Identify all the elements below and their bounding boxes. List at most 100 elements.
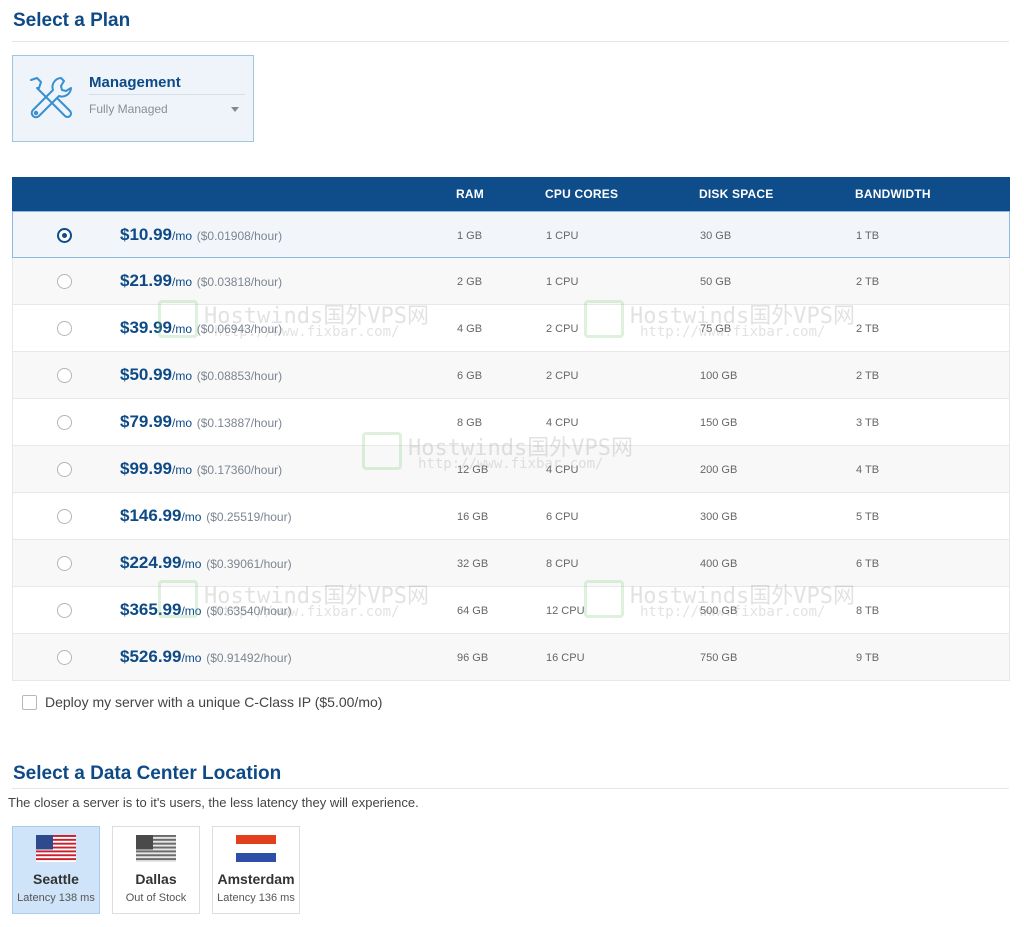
plan-price: $39.99/mo ($0.06943/hour) — [120, 318, 282, 338]
plan-radio[interactable] — [57, 650, 72, 665]
plan-disk: 200 GB — [700, 464, 738, 476]
section-divider — [12, 41, 1009, 42]
plan-radio[interactable] — [57, 274, 72, 289]
us-flag-icon — [36, 835, 76, 862]
us-flag-gray-icon — [136, 835, 176, 862]
plan-cpu: 2 CPU — [546, 323, 579, 335]
plan-cpu: 8 CPU — [546, 558, 579, 570]
plan-row[interactable]: $10.99/mo ($0.01908/hour) 1 GB 1 CPU 30 GB 1… — [12, 211, 1010, 258]
plan-row[interactable]: $365.99/mo ($0.63540/hour) 64 GB 12 CPU 500… — [12, 587, 1010, 634]
location-city: Amsterdam — [217, 871, 295, 887]
plan-hourly-price: ($0.39061/hour) — [206, 557, 292, 571]
plan-price: $10.99/mo ($0.01908/hour) — [120, 225, 282, 245]
management-select[interactable]: Fully Managed — [89, 94, 245, 122]
plan-price-value: $146.99 — [120, 506, 182, 525]
location-city: Dallas — [135, 871, 177, 887]
plan-radio[interactable] — [57, 415, 72, 430]
management-selected-value: Fully Managed — [89, 102, 168, 116]
plan-radio[interactable] — [57, 556, 72, 571]
plan-disk: 500 GB — [700, 605, 738, 617]
cclass-ip-option[interactable]: Deploy my server with a unique C-Class I… — [22, 692, 382, 712]
datacenter-description: The closer a server is to it's users, th… — [8, 795, 419, 810]
plan-ram: 4 GB — [457, 323, 483, 335]
plan-cpu: 6 CPU — [546, 511, 579, 523]
plan-radio[interactable] — [57, 603, 72, 618]
plan-ram: 64 GB — [457, 605, 489, 617]
datacenter-section-title: Select a Data Center Location — [13, 763, 282, 784]
plan-price: $50.99/mo ($0.08853/hour) — [120, 365, 282, 385]
plan-disk: 75 GB — [700, 323, 732, 335]
plan-price-unit: /mo — [181, 510, 202, 524]
plan-bandwidth: 2 TB — [856, 276, 880, 288]
plan-price: $79.99/mo ($0.13887/hour) — [120, 412, 282, 432]
plan-row[interactable]: $224.99/mo ($0.39061/hour) 32 GB 8 CPU 400 … — [12, 540, 1010, 587]
plan-bandwidth: 2 TB — [856, 323, 880, 335]
cclass-ip-label: Deploy my server with a unique C-Class I… — [45, 694, 383, 710]
plan-ram: 1 GB — [457, 230, 483, 242]
plan-bandwidth: 1 TB — [856, 230, 880, 242]
plan-cpu: 4 CPU — [546, 417, 579, 429]
plan-cpu: 2 CPU — [546, 370, 579, 382]
plan-radio[interactable] — [57, 228, 72, 243]
plan-price-value: $21.99 — [120, 271, 172, 290]
plan-price-unit: /mo — [172, 275, 193, 289]
plan-price: $146.99/mo ($0.25519/hour) — [120, 506, 292, 526]
plan-cpu: 16 CPU — [546, 652, 585, 664]
plan-row[interactable]: $526.99/mo ($0.91492/hour) 96 GB 16 CPU 750… — [12, 634, 1010, 681]
plan-cpu: 12 CPU — [546, 605, 585, 617]
plan-price-unit: /mo — [172, 416, 193, 430]
plan-price-unit: /mo — [181, 651, 202, 665]
location-card-dallas[interactable]: Dallas Out of Stock — [112, 826, 200, 914]
plan-price-value: $99.99 — [120, 459, 172, 478]
plan-hourly-price: ($0.25519/hour) — [206, 510, 292, 524]
plan-bandwidth: 8 TB — [856, 605, 880, 617]
plan-radio[interactable] — [57, 509, 72, 524]
plan-hourly-price: ($0.06943/hour) — [196, 322, 283, 336]
plan-row[interactable]: $146.99/mo ($0.25519/hour) 16 GB 6 CPU 300 … — [12, 493, 1010, 540]
plan-price-value: $10.99 — [120, 225, 172, 244]
plan-disk: 750 GB — [700, 652, 738, 664]
tools-icon — [30, 77, 73, 119]
plan-row[interactable]: $50.99/mo ($0.08853/hour) 6 GB 2 CPU 100 GB… — [12, 352, 1010, 399]
plan-price-value: $50.99 — [120, 365, 172, 384]
plan-hourly-price: ($0.03818/hour) — [196, 275, 283, 289]
plan-hourly-price: ($0.13887/hour) — [196, 416, 283, 430]
plan-cpu: 1 CPU — [546, 230, 579, 242]
plan-price-unit: /mo — [181, 557, 202, 571]
plan-ram: 16 GB — [457, 511, 489, 523]
plan-hourly-price: ($0.17360/hour) — [196, 463, 283, 477]
plan-table-header: RAM CPU CORES DISK SPACE BANDWIDTH — [12, 177, 1010, 211]
chevron-down-icon — [231, 107, 239, 112]
plan-row[interactable]: $39.99/mo ($0.06943/hour) 4 GB 2 CPU 75 GB 2… — [12, 305, 1010, 352]
cclass-ip-checkbox[interactable] — [22, 694, 37, 710]
plan-price-value: $224.99 — [120, 553, 182, 572]
plan-hourly-price: ($0.01908/hour) — [196, 229, 283, 243]
plan-bandwidth: 6 TB — [856, 558, 880, 570]
plan-price: $21.99/mo ($0.03818/hour) — [120, 271, 282, 291]
management-card[interactable]: Management Fully Managed — [12, 55, 254, 142]
plan-bandwidth: 2 TB — [856, 370, 880, 382]
location-card-seattle[interactable]: Seattle Latency 138 ms — [12, 826, 100, 914]
header-ram: RAM — [456, 187, 484, 201]
plan-radio[interactable] — [57, 321, 72, 336]
plan-disk: 30 GB — [700, 230, 732, 242]
plan-price-value: $39.99 — [120, 318, 172, 337]
plan-price: $365.99/mo ($0.63540/hour) — [120, 600, 292, 620]
plan-disk: 100 GB — [700, 370, 738, 382]
plan-row[interactable]: $21.99/mo ($0.03818/hour) 2 GB 1 CPU 50 GB 2… — [12, 258, 1010, 305]
location-card-amsterdam[interactable]: Amsterdam Latency 136 ms — [212, 826, 300, 914]
plan-price-unit: /mo — [172, 229, 193, 243]
plan-price-unit: /mo — [181, 604, 202, 618]
header-bandwidth: BANDWIDTH — [855, 187, 931, 201]
plan-hourly-price: ($0.63540/hour) — [206, 604, 292, 618]
plan-row[interactable]: $79.99/mo ($0.13887/hour) 8 GB 4 CPU 150 GB… — [12, 399, 1010, 446]
header-disk: DISK SPACE — [699, 187, 774, 201]
plan-price-value: $365.99 — [120, 600, 182, 619]
plan-price-value: $79.99 — [120, 412, 172, 431]
plan-radio[interactable] — [57, 368, 72, 383]
plan-disk: 300 GB — [700, 511, 738, 523]
plan-bandwidth: 4 TB — [856, 464, 880, 476]
plan-disk: 50 GB — [700, 276, 732, 288]
plan-row[interactable]: $99.99/mo ($0.17360/hour) 12 GB 4 CPU 200 G… — [12, 446, 1010, 493]
plan-radio[interactable] — [57, 462, 72, 477]
